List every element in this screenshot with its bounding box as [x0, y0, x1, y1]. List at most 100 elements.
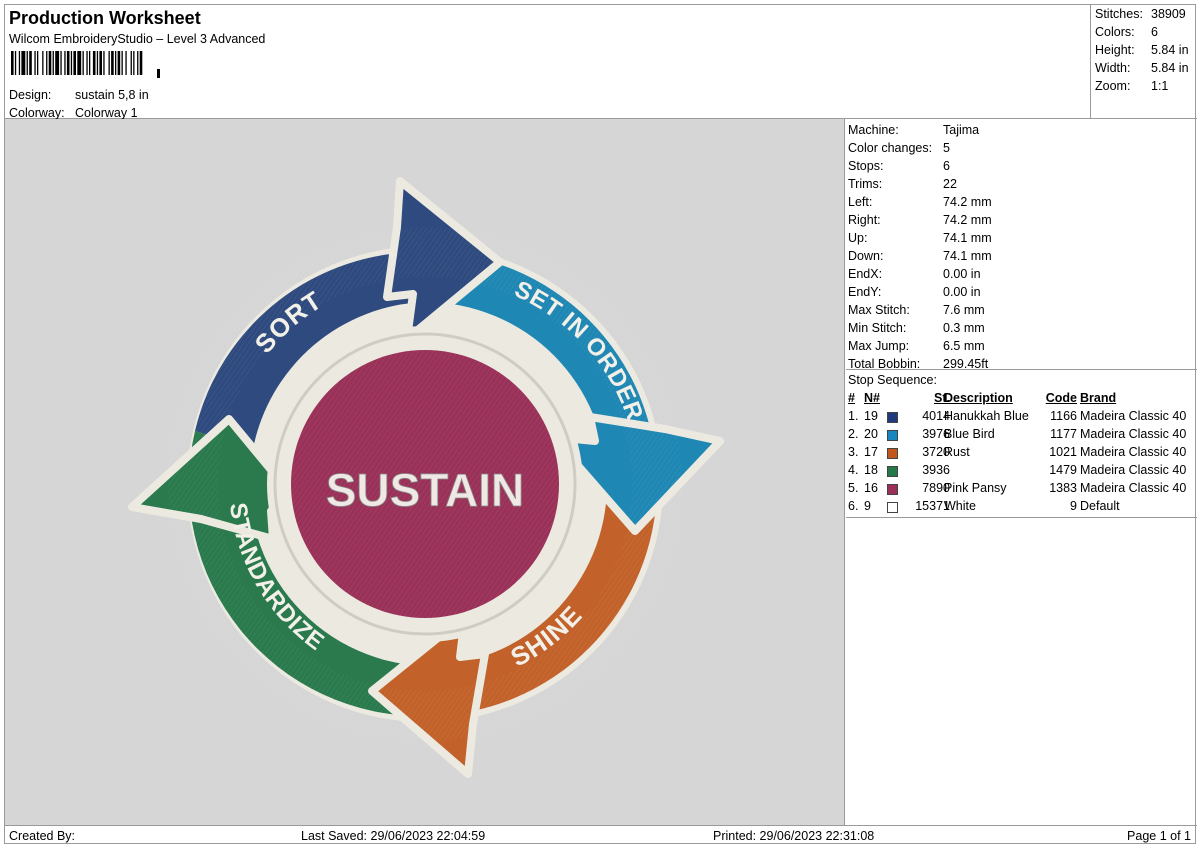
stat-width: Width: 5.84 in [1095, 61, 1189, 75]
machine-info-label: Stops: [848, 159, 884, 173]
worksheet-header: Production Worksheet Wilcom EmbroiderySt… [5, 5, 1091, 120]
thread-description: Hanukkah Blue [944, 409, 1029, 423]
thread-description: Rust [944, 445, 970, 459]
page-title: Production Worksheet [9, 8, 201, 28]
thread-description: Pink Pansy [944, 481, 1007, 495]
stop-num: 4. [848, 463, 859, 477]
machine-info-value: 6 [943, 159, 950, 173]
machine-info-row: Machine: Tajima [848, 123, 979, 141]
last-saved: Last Saved: 29/06/2023 22:04:59 [301, 829, 486, 843]
stop-sequence: Stop Sequence: # N# St. Description Code… [846, 369, 1197, 518]
design-preview: SORT SET IN ORDER SHINE STANDARDIZE SUST… [5, 119, 845, 825]
thread-code: 1177 [1050, 427, 1077, 441]
machine-info-label: Min Stitch: [848, 321, 907, 335]
machine-info-row: Down: 74.1 mm [848, 249, 992, 267]
header-code: Code [1045, 391, 1077, 405]
thread-description: White [944, 499, 976, 513]
needle-number: 19 [864, 409, 878, 423]
thread-description: Blue Bird [944, 427, 995, 441]
machine-info-label: Machine: [848, 123, 899, 137]
machine-info-row: Trims: 22 [848, 177, 957, 195]
machine-info-label: Color changes: [848, 141, 933, 155]
needle-number: 20 [864, 427, 878, 441]
machine-info-row: Max Jump: 6.5 mm [848, 339, 985, 357]
stop-num: 1. [848, 409, 859, 423]
machine-info-row: Min Stitch: 0.3 mm [848, 321, 985, 339]
color-swatch [887, 466, 898, 477]
stop-num: 3. [848, 445, 859, 459]
thread-code: 1166 [1050, 409, 1077, 423]
needle-number: 17 [864, 445, 878, 459]
machine-info-panel: Machine: Tajima Color changes: 5 Stops: 6 Trim… [846, 119, 1197, 825]
needle-number: 18 [864, 463, 878, 477]
stat-stitches: Stitches: 38909 [1095, 7, 1186, 21]
stop-sequence-row: 1. 19 4014 Hanukkah Blue 1166 Madeira Classic… [846, 409, 1197, 427]
machine-info-label: Max Stitch: [848, 303, 910, 317]
stop-num: 5. [848, 481, 859, 495]
thread-brand: Madeira Classic 40 [1080, 463, 1187, 477]
stop-sequence-title: Stop Sequence: [848, 373, 937, 387]
machine-info-value: 74.1 mm [943, 231, 992, 245]
machine-info-row: Up: 74.1 mm [848, 231, 992, 249]
thread-code: 1021 [1049, 445, 1077, 459]
header-brand: Brand [1080, 391, 1117, 405]
machine-info-row: Stops: 6 [848, 159, 950, 177]
header-description: Description [944, 391, 1013, 405]
page-number: Page 1 of 1 [1127, 829, 1191, 843]
thread-brand: Default [1080, 499, 1120, 513]
stop-sequence-row: 4. 18 3936 1479 Madeira Classic 40 [846, 463, 1197, 481]
stop-sequence-divider [846, 517, 1197, 518]
thread-brand: Madeira Classic 40 [1080, 445, 1187, 459]
machine-info-value: 74.2 mm [943, 195, 992, 209]
stat-zoom: Zoom: 1:1 [1095, 79, 1169, 93]
colorway-row: Colorway: Colorway 1 [9, 106, 138, 120]
stop-sequence-header: # N# St. Description Code Brand [846, 391, 1197, 409]
thread-brand: Madeira Classic 40 [1080, 427, 1187, 441]
thread-code: 1479 [1049, 463, 1077, 477]
stop-sequence-row: 2. 20 3976 Blue Bird 1177 Madeira Classic 40 [846, 427, 1197, 445]
machine-info-label: Up: [848, 231, 868, 245]
stop-num: 6. [848, 499, 859, 513]
barcode-icon [11, 51, 160, 78]
machine-info-value: 6.5 mm [943, 339, 985, 353]
needle-number: 16 [864, 481, 878, 495]
machine-info-value: 0.3 mm [943, 321, 985, 335]
design-stats: Stitches: 38909 Colors: 6 Height: 5.84 in W… [1091, 5, 1197, 119]
color-swatch [887, 502, 898, 513]
production-worksheet: Production Worksheet Wilcom EmbroiderySt… [4, 4, 1197, 844]
stitch-count: 3936 [922, 463, 950, 477]
stop-sequence-row: 5. 16 7890 Pink Pansy 1383 Madeira Classic 40 [846, 481, 1197, 499]
color-swatch [887, 430, 898, 441]
machine-info-row: EndX: 0.00 in [848, 267, 981, 285]
software-name: Wilcom EmbroideryStudio – Level 3 Advanc… [9, 32, 266, 46]
stat-height: Height: 5.84 in [1095, 43, 1189, 57]
machine-info-value: 74.2 mm [943, 213, 992, 227]
thread-brand: Madeira Classic 40 [1080, 409, 1187, 423]
thread-code: 1383 [1049, 481, 1077, 495]
stop-sequence-row: 3. 17 3720 Rust 1021 Madeira Classic 40 [846, 445, 1197, 463]
machine-info-label: Left: [848, 195, 873, 209]
stop-num: 2. [848, 427, 859, 441]
embroidery-design: SORT SET IN ORDER SHINE STANDARDIZE SUST… [128, 177, 724, 778]
machine-info-label: Right: [848, 213, 881, 227]
needle-number: 9 [864, 499, 871, 513]
color-swatch [887, 448, 898, 459]
design-name-row: Design: sustain 5,8 in [9, 88, 149, 102]
machine-info-row: EndY: 0.00 in [848, 285, 981, 303]
color-swatch [887, 484, 898, 495]
center-label-sustain: SUSTAIN [326, 464, 525, 516]
machine-info-label: Down: [848, 249, 884, 263]
thread-code: 9 [1070, 499, 1077, 513]
created-by: Created By: [9, 829, 76, 843]
machine-info-value: 22 [943, 177, 957, 191]
machine-info-row: Right: 74.2 mm [848, 213, 992, 231]
thread-brand: Madeira Classic 40 [1080, 481, 1187, 495]
colorway-label: Colorway: [9, 106, 65, 120]
machine-info-value: 74.1 mm [943, 249, 992, 263]
printed-date: Printed: 29/06/2023 22:31:08 [713, 829, 875, 843]
color-swatch [887, 412, 898, 423]
header-num: # [848, 391, 855, 405]
design-value: sustain 5,8 in [75, 88, 149, 102]
machine-info-row: Left: 74.2 mm [848, 195, 992, 213]
machine-info-value: 0.00 in [943, 267, 981, 281]
